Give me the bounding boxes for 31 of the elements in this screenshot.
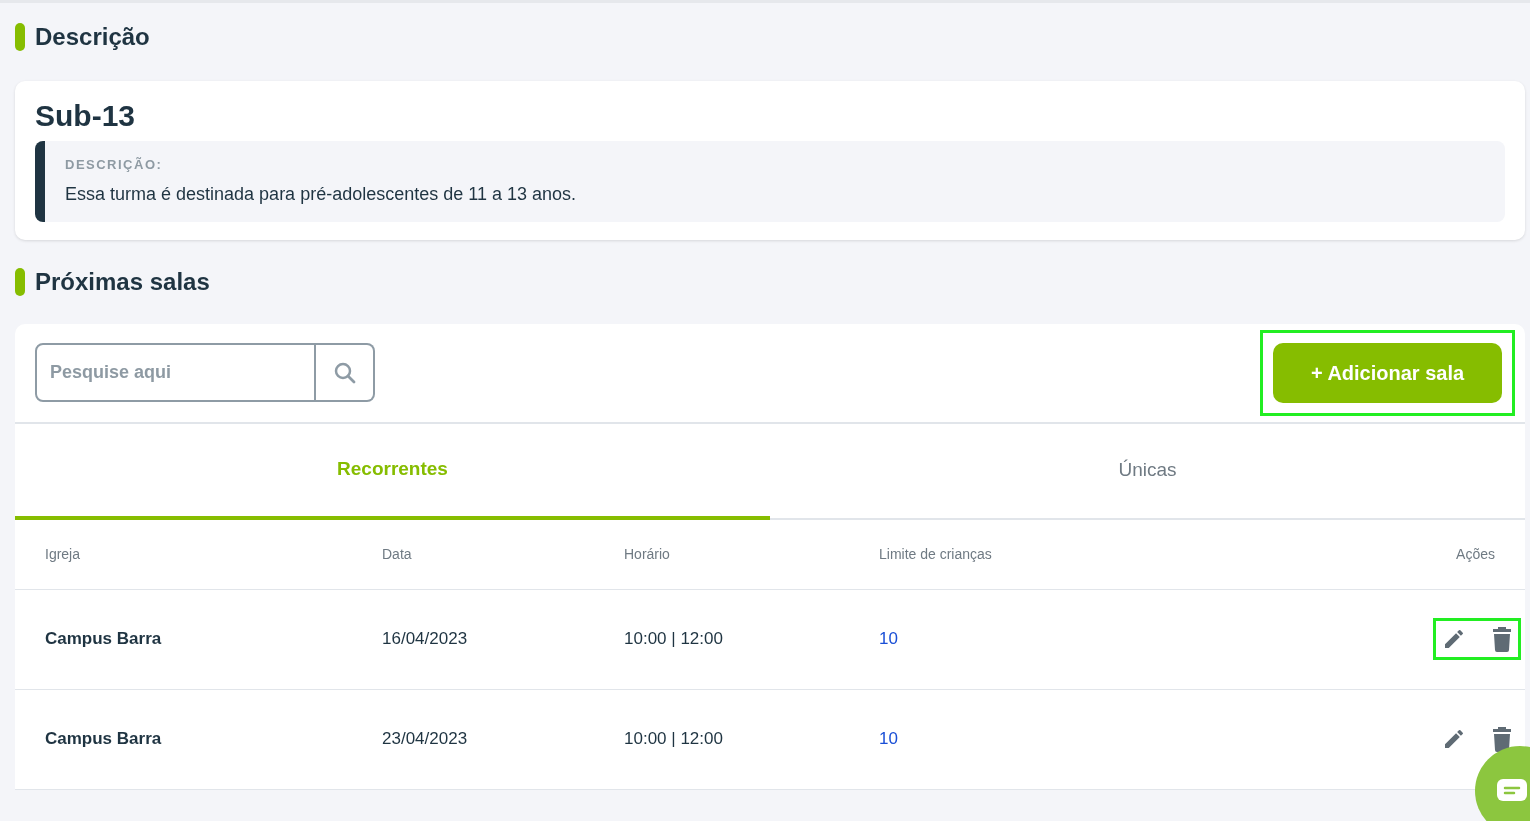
tab[interactable]: Únicas <box>770 423 1525 518</box>
heading-accent-bar <box>15 23 25 51</box>
column-header: Igreja <box>45 546 81 562</box>
chat-icon <box>1497 779 1527 803</box>
table-cell: 10 <box>879 629 898 649</box>
pencil-icon[interactable] <box>1442 627 1466 651</box>
tab[interactable]: Recorrentes <box>15 423 770 520</box>
table-cell: Campus Barra <box>45 729 162 749</box>
column-header: Ações <box>1456 544 1495 564</box>
table-cell: Campus Barra <box>45 629 162 649</box>
description-label: DESCRIÇÃO: <box>65 156 164 174</box>
trash-icon[interactable] <box>1492 726 1512 752</box>
pencil-icon[interactable] <box>1442 727 1466 751</box>
description-text: Essa turma é destinada para pré-adolescentes de 11 a 13 anos. <box>65 182 577 206</box>
column-header: Limite de crianças <box>879 546 992 562</box>
table-cell: 10:00 | 12:00 <box>624 729 723 749</box>
table-cell: 10 <box>879 729 898 749</box>
heading-accent-bar <box>15 267 25 296</box>
search-button[interactable] <box>316 343 375 402</box>
section-title: Próximas salas <box>35 266 210 297</box>
section-title: Descrição <box>35 22 150 52</box>
search-icon <box>332 360 357 385</box>
table-cell: 23/04/2023 <box>382 729 468 749</box>
table-cell: 16/04/2023 <box>382 629 468 649</box>
table-cell: 10:00 | 12:00 <box>624 629 723 649</box>
trash-icon[interactable] <box>1492 626 1512 652</box>
add-room-button[interactable]: + Adicionar sala <box>1273 342 1502 403</box>
group-title: Sub-13 <box>35 98 137 134</box>
column-header: Data <box>382 546 412 562</box>
column-header: Horário <box>624 546 670 562</box>
search-field[interactable]: Pesquise aqui <box>35 343 316 402</box>
